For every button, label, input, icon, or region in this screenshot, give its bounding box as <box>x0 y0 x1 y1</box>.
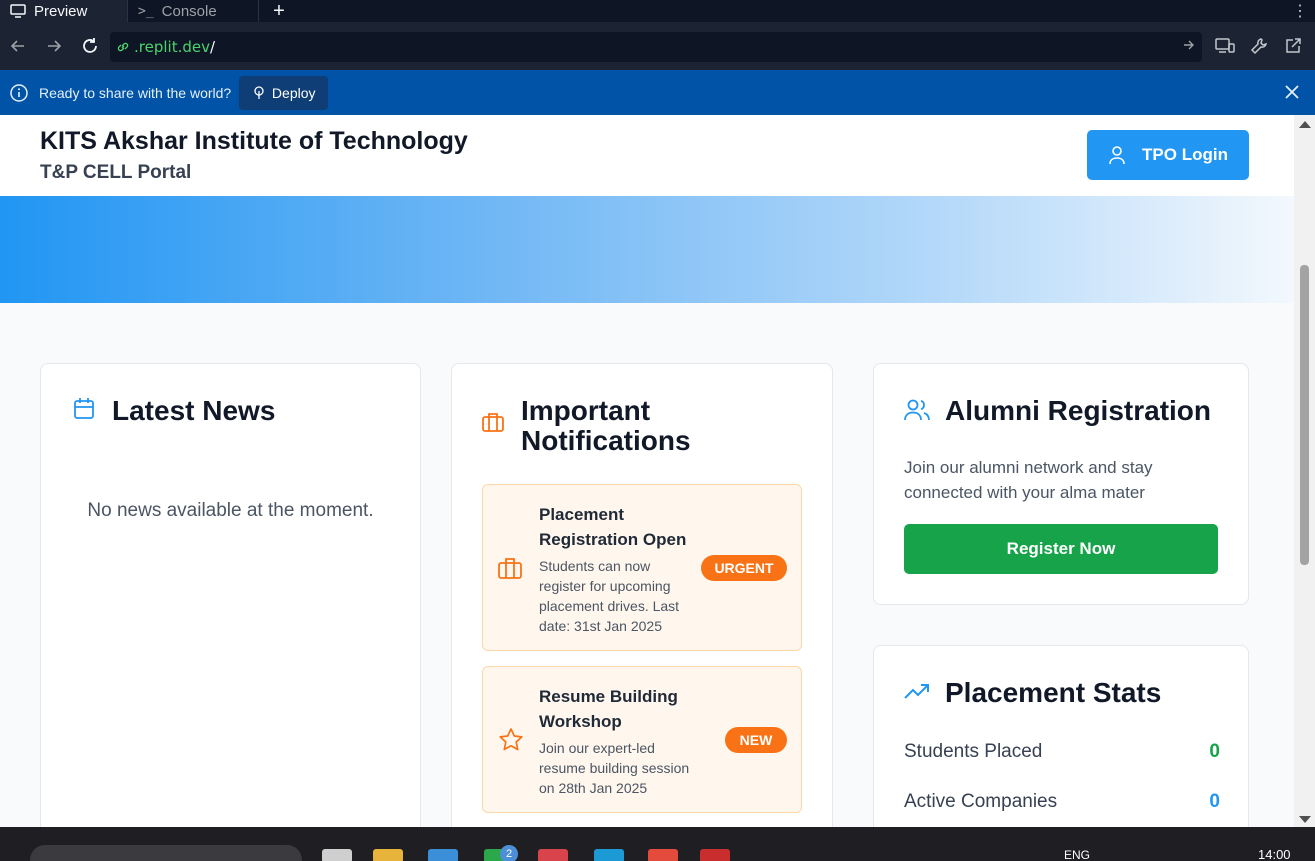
tab-console-label: Console <box>161 2 217 20</box>
deploy-button-label: Deploy <box>271 84 316 101</box>
notification-description: Join our expert-led resume building sess… <box>539 740 690 796</box>
new-badge: NEW <box>725 727 787 753</box>
taskbar-app-icon[interactable] <box>322 849 352 861</box>
deploy-icon <box>254 85 264 99</box>
clock[interactable]: 14:00 <box>1258 847 1291 861</box>
folder-icon[interactable] <box>373 849 403 861</box>
notification-title: Placement Registration Open <box>539 505 687 549</box>
url-path: / <box>209 38 216 56</box>
hero-banner <box>0 196 1294 303</box>
notification-description: Students can now register for upcoming p… <box>539 558 680 634</box>
url-input[interactable]: .replit.dev/ <box>110 32 1202 62</box>
star-icon <box>498 727 524 758</box>
edge-icon[interactable] <box>594 849 624 861</box>
alumni-description: Join our alumni network and stay connect… <box>904 458 1153 502</box>
notification-title: Resume Building Workshop <box>539 687 678 731</box>
reload-button[interactable] <box>72 22 108 70</box>
stat-value: 0 <box>1209 741 1220 762</box>
portal-name: T&P CELL Portal <box>40 162 192 183</box>
tab-preview[interactable]: Preview <box>0 0 128 22</box>
link-icon <box>117 42 129 52</box>
latest-news-card: Latest News No news available at the mom… <box>40 363 421 827</box>
stat-label: Students Placed <box>904 741 1043 762</box>
taskbar-app-icon[interactable] <box>700 849 730 861</box>
notification-count-badge: 2 <box>500 845 518 861</box>
calendar-icon <box>73 397 95 426</box>
alumni-registration-card: Alumni Registration Join our alumni netw… <box>873 363 1249 605</box>
url-text: .replit.dev/ <box>134 38 215 56</box>
stat-value: 0 <box>1209 791 1220 812</box>
notification-item[interactable]: Placement Registration Open Students can… <box>482 484 802 651</box>
tpo-login-label: TPO Login <box>1142 145 1228 164</box>
news-empty-message: No news available at the moment. <box>87 500 374 521</box>
preview-page: KITS Akshar Institute of Technology T&P … <box>0 115 1294 827</box>
go-icon[interactable] <box>1182 38 1196 57</box>
deploy-banner: Ready to share with the world? Deploy <box>0 70 1315 115</box>
briefcase-icon <box>482 412 504 437</box>
trending-up-icon <box>904 684 930 705</box>
store-icon[interactable] <box>428 849 458 861</box>
more-options-icon[interactable]: ⋮ <box>1285 0 1315 22</box>
stat-label: Active Companies <box>904 791 1058 812</box>
stat-row-active-companies: Active Companies 0 <box>904 791 1220 813</box>
notifications-title-line2: Notifications <box>521 425 691 456</box>
scroll-thumb[interactable] <box>1300 265 1309 565</box>
notifications-card: Important Notifications Placement Regist… <box>451 363 833 827</box>
deploy-message: Ready to share with the world? <box>39 84 232 101</box>
user-icon <box>1109 146 1125 165</box>
placement-stats-title: Placement Stats <box>945 677 1162 708</box>
register-now-button[interactable]: Register Now <box>904 524 1218 574</box>
notifications-title-line1: Important <box>521 395 651 426</box>
ide-tab-bar: Preview >_ Console + ⋮ <box>0 0 1315 22</box>
notifications-title: Important Notifications <box>521 396 691 456</box>
users-icon <box>904 398 930 427</box>
scroll-down-arrow-icon[interactable] <box>1299 816 1311 823</box>
back-button[interactable] <box>0 22 36 70</box>
alumni-title: Alumni Registration <box>945 395 1212 426</box>
taskbar-app-icon[interactable] <box>538 849 568 861</box>
forward-button[interactable] <box>36 22 72 70</box>
stat-row-students-placed: Students Placed 0 <box>904 741 1220 763</box>
os-taskbar: 2 ENG 14:00 <box>0 827 1315 861</box>
site-header: KITS Akshar Institute of Technology T&P … <box>0 115 1294 196</box>
chrome-icon[interactable] <box>648 849 678 861</box>
url-domain: .replit.dev <box>134 38 210 56</box>
scroll-up-arrow-icon[interactable] <box>1299 121 1311 128</box>
notification-item[interactable]: Resume Building Workshop Join our expert… <box>482 666 802 813</box>
tab-preview-label: Preview <box>34 2 88 20</box>
tab-console[interactable]: >_ Console <box>128 0 259 22</box>
taskbar-search[interactable] <box>30 845 302 861</box>
latest-news-title: Latest News <box>112 395 276 426</box>
monitor-icon <box>10 4 26 18</box>
language-indicator[interactable]: ENG <box>1064 848 1090 861</box>
add-tab-button[interactable]: + <box>259 0 299 22</box>
deploy-button[interactable]: Deploy <box>239 75 329 110</box>
arrow-left-icon <box>10 40 24 52</box>
preview-url-bar: .replit.dev/ <box>0 22 1315 70</box>
devices-icon[interactable] <box>1213 34 1237 58</box>
urgent-badge: URGENT <box>701 555 787 581</box>
wrench-icon[interactable] <box>1247 34 1271 58</box>
institute-name: KITS Akshar Institute of Technology <box>40 127 468 155</box>
external-link-icon[interactable] <box>1281 34 1305 58</box>
briefcase-icon <box>498 557 522 584</box>
preview-scrollbar[interactable] <box>1294 115 1315 827</box>
tpo-login-button[interactable]: TPO Login <box>1087 130 1249 180</box>
info-icon <box>10 83 28 102</box>
arrow-right-icon <box>48 40 62 52</box>
reload-icon <box>83 38 97 53</box>
terminal-icon: >_ <box>138 3 154 19</box>
placement-stats-card: Placement Stats Students Placed 0 Active… <box>873 645 1249 827</box>
close-icon[interactable] <box>1283 83 1301 106</box>
url-bar-tools <box>1213 34 1305 58</box>
